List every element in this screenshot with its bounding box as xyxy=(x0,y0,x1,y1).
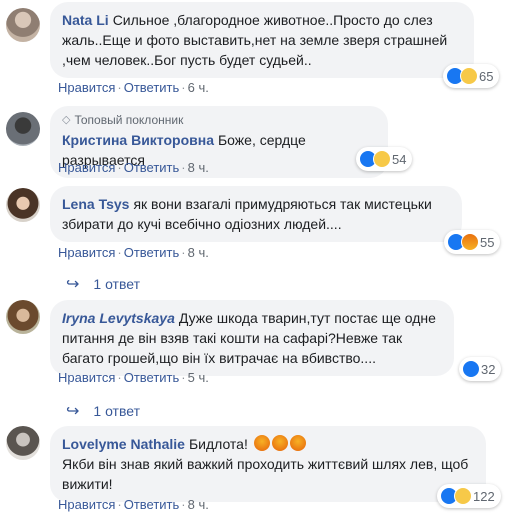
like-link[interactable]: Нравится xyxy=(58,160,115,175)
comment-author[interactable]: Lovelyme Nathalie xyxy=(62,436,185,452)
reply-arrow-icon: ↪ xyxy=(66,403,80,420)
reaction-summary[interactable]: 32 xyxy=(459,357,502,381)
comment-actions: Нравится · Ответить · 8 ч. xyxy=(58,497,209,512)
comment-bubble: Iryna Levytskaya Дуже шкода тварин,тут по… xyxy=(50,300,454,376)
reaction-count: 55 xyxy=(480,234,495,250)
like-link[interactable]: Нравится xyxy=(58,497,115,512)
comment-bubble: Nata Li Сильное ,благородное животное..Пр… xyxy=(50,2,474,78)
angry-icon xyxy=(461,233,479,251)
view-replies[interactable]: ↪ 1 ответ xyxy=(66,401,140,421)
like-link[interactable]: Нравится xyxy=(58,80,115,95)
like-icon xyxy=(462,360,480,378)
avatar[interactable] xyxy=(6,188,40,222)
comment-author[interactable]: Кристина Викторовна xyxy=(62,132,214,148)
like-link[interactable]: Нравится xyxy=(58,370,115,385)
top-fan-badge: ◇ Топовый поклонник xyxy=(62,113,184,127)
comment-bubble: Lena Tsys як вони взагалі примудряються т… xyxy=(50,186,462,242)
reaction-count: 65 xyxy=(479,68,494,84)
reaction-summary[interactable]: 55 xyxy=(444,230,501,254)
angry-emoji-icon xyxy=(271,435,288,451)
reaction-count: 32 xyxy=(481,361,496,377)
replies-count[interactable]: 1 ответ xyxy=(93,276,140,292)
comment-author[interactable]: Lena Tsys xyxy=(62,196,129,212)
avatar[interactable] xyxy=(6,8,40,42)
reply-link[interactable]: Ответить xyxy=(124,80,180,95)
sad-icon xyxy=(454,487,472,505)
diamond-icon: ◇ xyxy=(62,114,71,126)
comment-time[interactable]: 8 ч. xyxy=(188,497,209,512)
reaction-count: 122 xyxy=(473,488,495,504)
reaction-summary[interactable]: 54 xyxy=(356,147,413,171)
sad-icon xyxy=(373,150,391,168)
comment-author[interactable]: Nata Li xyxy=(62,12,109,28)
comment-bubble: Lovelyme Nathalie Бидлота! Якби він знав … xyxy=(50,426,486,502)
angry-emoji-icon xyxy=(253,435,270,451)
reaction-count: 54 xyxy=(392,151,407,167)
comment-text: Сильное ,благородное животное..Просто до… xyxy=(62,12,448,68)
comment-author[interactable]: Iryna Levytskaya xyxy=(62,310,175,326)
sad-icon xyxy=(460,67,478,85)
comment-time[interactable]: 6 ч. xyxy=(188,80,209,95)
avatar[interactable] xyxy=(6,300,40,334)
like-link[interactable]: Нравится xyxy=(58,245,115,260)
avatar[interactable] xyxy=(6,426,40,460)
comment-time[interactable]: 8 ч. xyxy=(188,245,209,260)
reply-link[interactable]: Ответить xyxy=(124,497,180,512)
reaction-summary[interactable]: 122 xyxy=(437,484,501,508)
reply-link[interactable]: Ответить xyxy=(124,245,180,260)
comment-text: Якби він знав який важкий проходить житт… xyxy=(62,456,469,492)
comment-actions: Нравится · Ответить · 8 ч. xyxy=(58,245,209,260)
reply-link[interactable]: Ответить xyxy=(124,370,180,385)
comment-actions: Нравится · Ответить · 8 ч. xyxy=(58,160,209,175)
comment-actions: Нравится · Ответить · 6 ч. xyxy=(58,80,209,95)
comment-text-line1: Бидлота! xyxy=(188,436,248,452)
comment-time[interactable]: 5 ч. xyxy=(188,370,209,385)
comment-actions: Нравится · Ответить · 5 ч. xyxy=(58,370,209,385)
reaction-summary[interactable]: 65 xyxy=(443,64,500,88)
replies-count[interactable]: 1 ответ xyxy=(93,403,140,419)
avatar[interactable] xyxy=(6,112,40,146)
angry-emoji-icon xyxy=(289,435,306,451)
view-replies[interactable]: ↪ 1 ответ xyxy=(66,274,140,294)
comment-time[interactable]: 8 ч. xyxy=(188,160,209,175)
reply-arrow-icon: ↪ xyxy=(66,276,80,293)
reply-link[interactable]: Ответить xyxy=(124,160,180,175)
